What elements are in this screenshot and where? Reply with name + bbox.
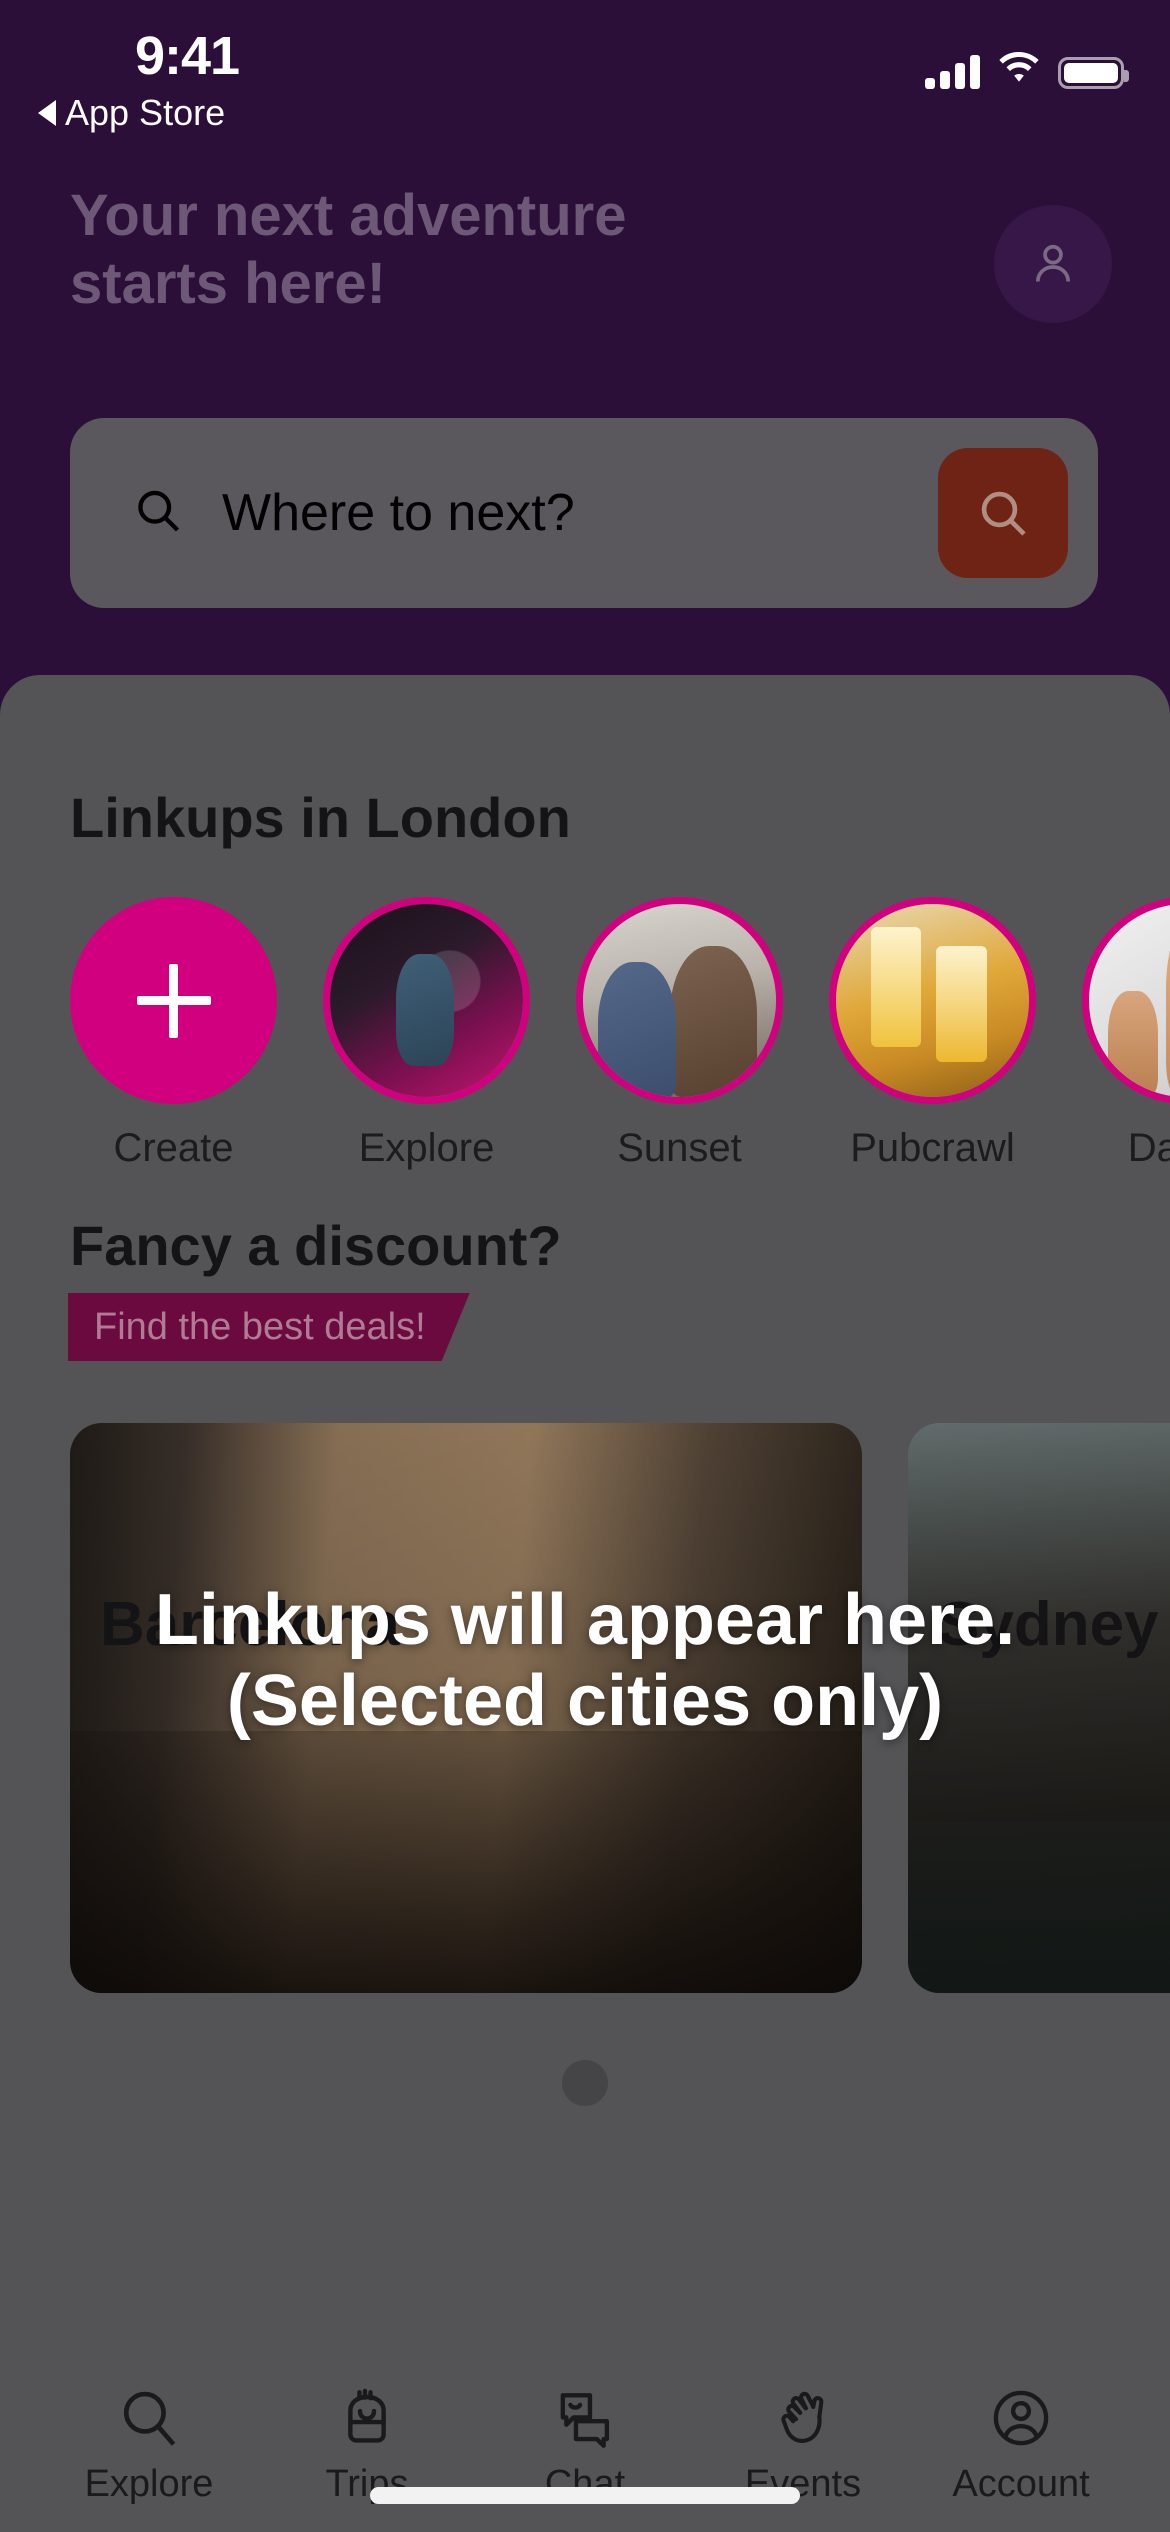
empty-state-overlay: Linkups will appear here. (Selected citi… — [0, 1580, 1170, 1741]
avatar[interactable] — [994, 205, 1112, 323]
search-submit-button[interactable] — [938, 448, 1068, 578]
plus-icon — [136, 963, 211, 1038]
wifi-icon — [999, 51, 1039, 89]
story-label: Dance — [1127, 1126, 1170, 1170]
status-time: 9:41 — [135, 26, 240, 86]
story-avatar — [323, 897, 530, 1104]
story-avatar — [829, 897, 1036, 1104]
story-label: Explore — [358, 1126, 495, 1170]
tab-label: Account — [952, 2463, 1090, 2505]
tab-account[interactable]: Account — [912, 2375, 1130, 2506]
backpack-icon — [258, 2375, 476, 2461]
back-to-app-store[interactable]: App Store — [38, 92, 225, 134]
overlay-line-2: (Selected cities only) — [226, 1660, 944, 1741]
story-avatar — [1082, 897, 1170, 1104]
search-icon — [981, 491, 1026, 536]
story-item-dance[interactable]: Dance — [1082, 897, 1170, 1187]
story-avatar — [576, 897, 783, 1104]
linkups-section-title: Linkups in London — [70, 786, 571, 849]
bottom-tab-bar: Explore Trips Chat Events Account — [0, 2375, 1170, 2532]
tab-label: Explore — [84, 2463, 214, 2505]
carousel-pagination[interactable] — [0, 2060, 1170, 2106]
cellular-signal-icon — [925, 55, 980, 89]
discount-section-title: Fancy a discount? — [70, 1214, 562, 1277]
deals-badge[interactable]: Find the best deals! — [68, 1293, 470, 1361]
search-bar[interactable] — [70, 418, 1098, 608]
story-label: Pubcrawl — [850, 1126, 1015, 1170]
stories-carousel[interactable]: Create Explore Sunset Pubcrawl Da — [70, 897, 1170, 1187]
pagination-dot[interactable] — [562, 2060, 608, 2106]
tab-explore[interactable]: Explore — [40, 2375, 258, 2506]
story-photo — [836, 904, 1029, 1097]
home-indicator — [370, 2487, 800, 2504]
waving-hand-icon — [694, 2375, 912, 2461]
back-triangle-icon — [38, 100, 56, 126]
story-photo — [1089, 904, 1170, 1097]
page-title: Your next adventure starts here! — [70, 183, 627, 316]
search-icon — [132, 485, 184, 542]
person-icon — [1035, 244, 1071, 282]
story-photo — [583, 904, 776, 1097]
story-item-pubcrawl[interactable]: Pubcrawl — [829, 897, 1036, 1187]
search-input[interactable] — [222, 418, 942, 608]
status-indicators — [925, 51, 1129, 89]
battery-full-icon — [1058, 57, 1129, 89]
story-label: Create — [113, 1126, 234, 1170]
search-icon — [40, 2375, 258, 2461]
story-label: Sunset — [617, 1126, 742, 1170]
account-circle-icon — [912, 2375, 1130, 2461]
story-item-sunset[interactable]: Sunset — [576, 897, 783, 1187]
story-item-create[interactable]: Create — [70, 897, 277, 1187]
status-bar: 9:41 App Store — [0, 0, 1170, 145]
overlay-line-1: Linkups will appear here. — [154, 1580, 1016, 1660]
back-label: App Store — [65, 92, 226, 133]
chat-bubbles-icon — [476, 2375, 694, 2461]
create-circle — [70, 897, 277, 1104]
story-item-explore[interactable]: Explore — [323, 897, 530, 1187]
story-photo — [330, 904, 523, 1097]
app-screen: Your next adventure starts here! Where t… — [0, 0, 1170, 2532]
